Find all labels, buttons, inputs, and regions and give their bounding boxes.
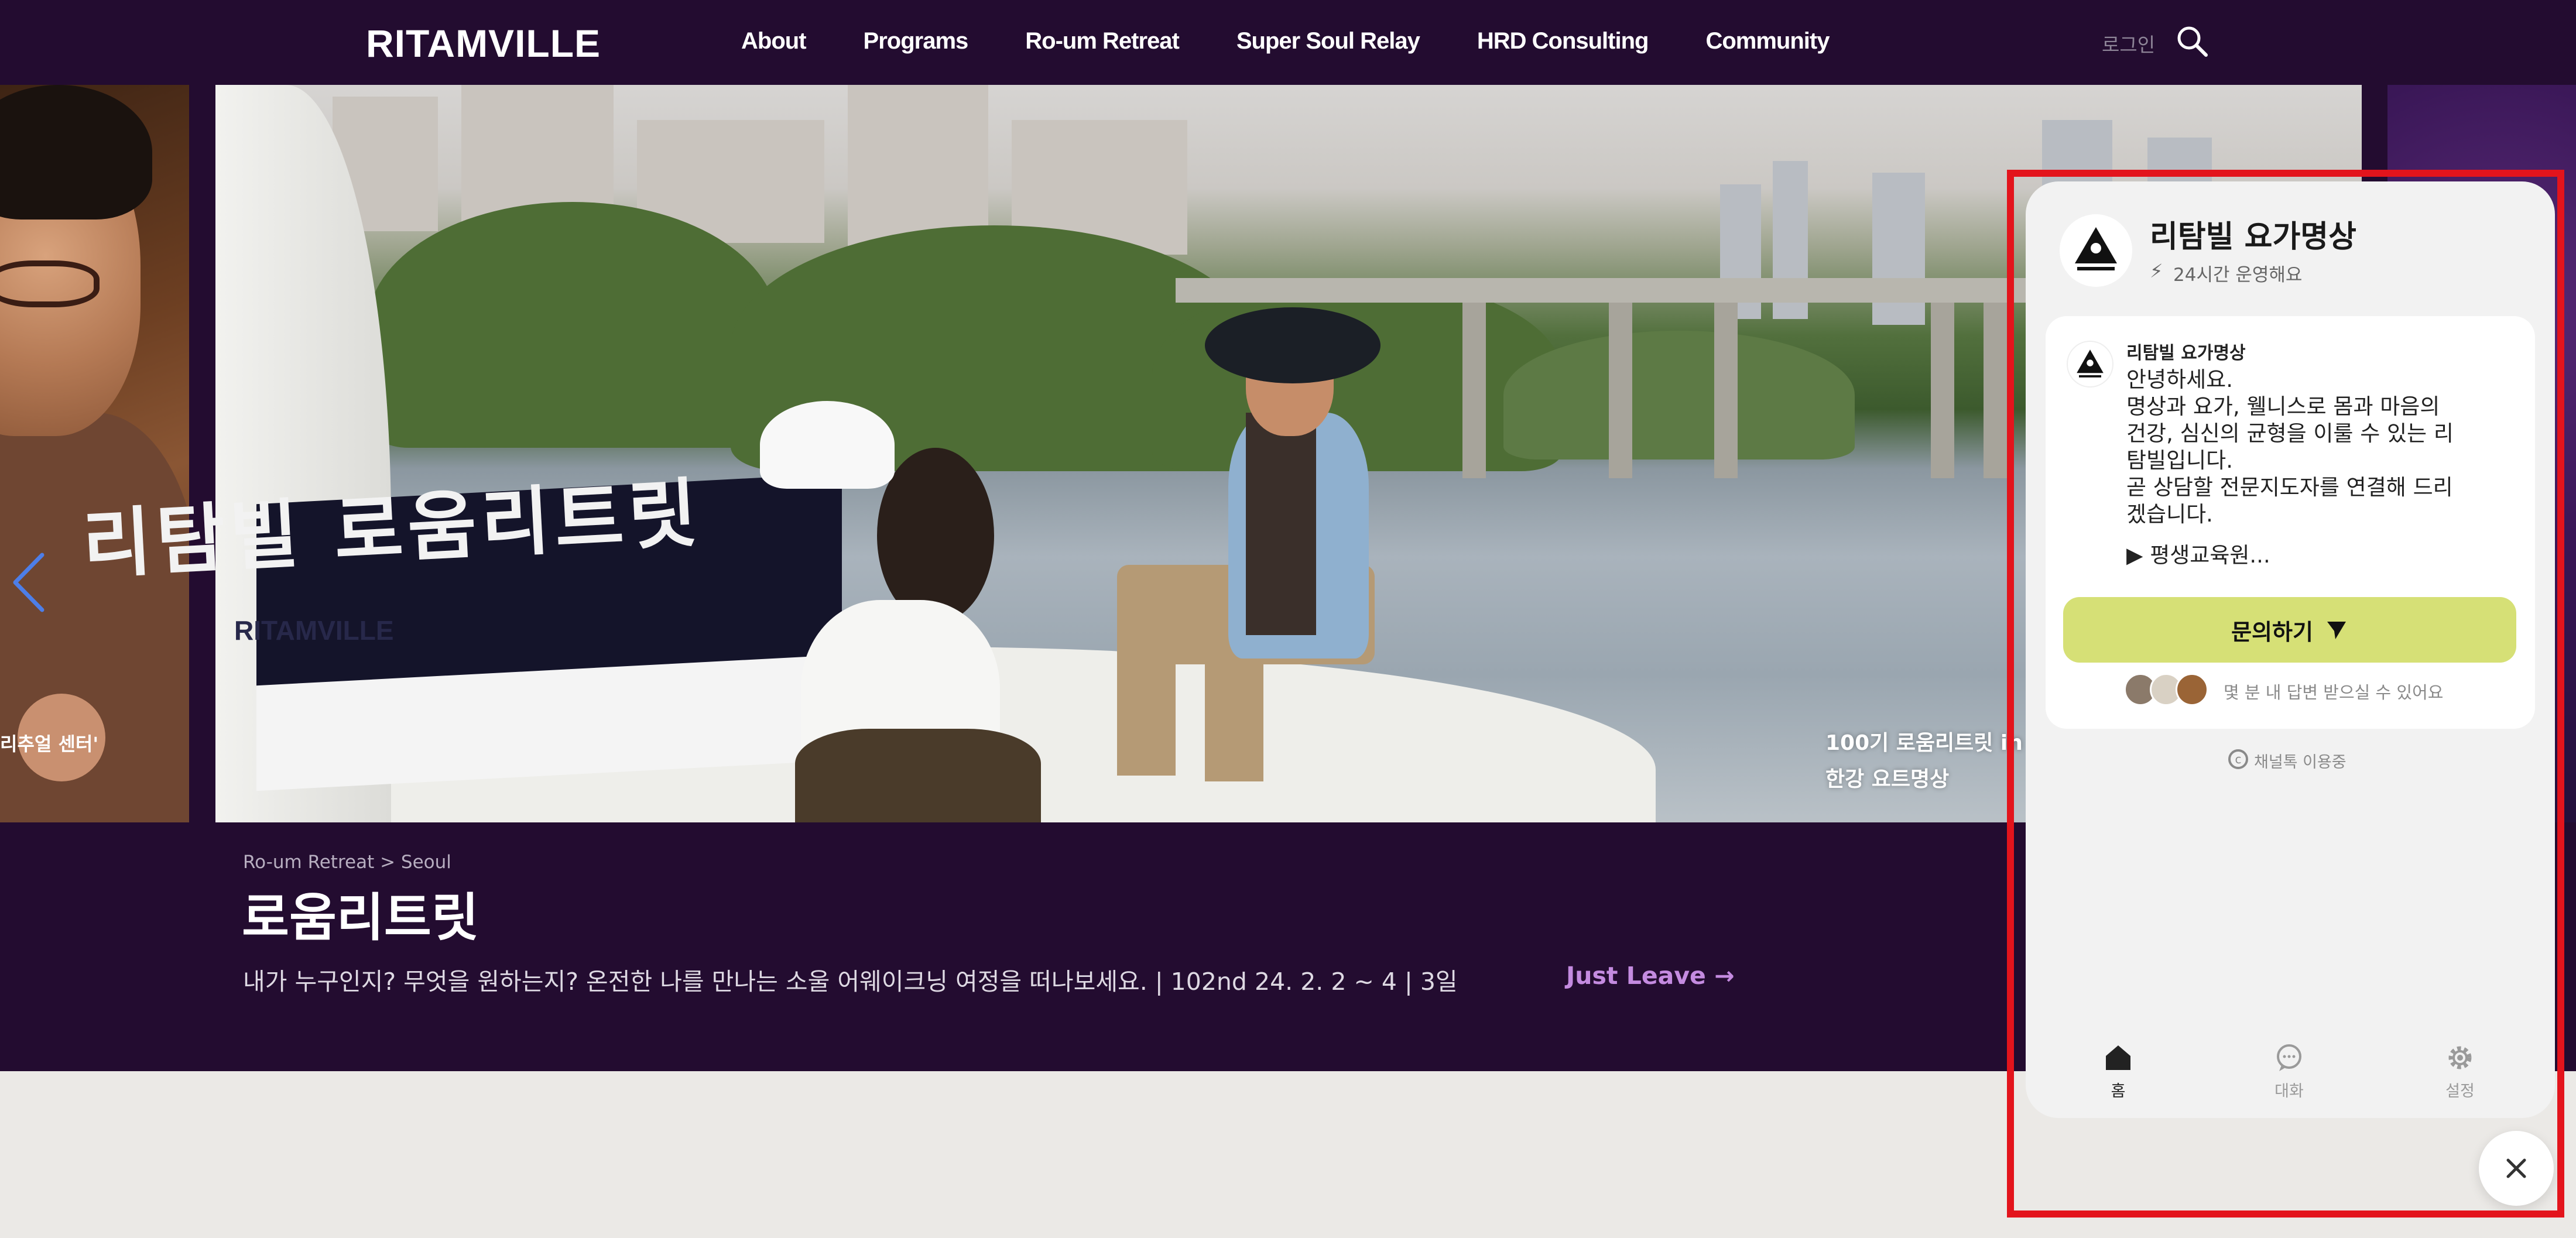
login-link[interactable]: 로그인 xyxy=(2102,29,2155,57)
slide-photo-hair xyxy=(0,85,152,220)
breadcrumb: Ro-um Retreat > Seoul xyxy=(243,852,451,873)
nav-item-community[interactable]: Community xyxy=(1705,28,1830,54)
photo-bridge-pillar xyxy=(1714,303,1738,478)
slide-previous-caption: 리추얼 센터' xyxy=(0,733,99,755)
photo-speaker-hat xyxy=(1205,307,1381,383)
slide-description: 내가 누구인지? 무엇을 원하는지? 온전한 나를 만나는 소울 어웨이크닝 여… xyxy=(243,968,1458,996)
nav-item-super-soul-relay[interactable]: Super Soul Relay xyxy=(1236,28,1420,54)
photo-banner-logo: RITAMVILLE xyxy=(234,615,394,646)
slide-photo-glasses xyxy=(0,260,100,307)
site-logo[interactable]: RITAMVILLE xyxy=(366,21,601,66)
photo-person-skirt xyxy=(795,729,1041,822)
photo-person-hair xyxy=(877,448,994,623)
highlight-frame xyxy=(2007,170,2564,1218)
nav-item-hrd-consulting[interactable]: HRD Consulting xyxy=(1477,28,1649,54)
nav-item-about[interactable]: About xyxy=(741,28,807,54)
photo-building xyxy=(848,85,988,249)
photo-speaker-vest xyxy=(1246,413,1316,635)
nav-item-ro-um-retreat[interactable]: Ro-um Retreat xyxy=(1025,28,1180,54)
photo-speaker-shin xyxy=(1117,600,1176,776)
chevron-left-icon[interactable] xyxy=(8,550,49,615)
nav-item-programs[interactable]: Programs xyxy=(864,28,969,54)
photo-bridge-pillar xyxy=(1984,303,2007,478)
main-nav: About Programs Ro-um Retreat Super Soul … xyxy=(741,28,1830,54)
just-leave-link[interactable]: Just Leave → xyxy=(1566,962,1734,990)
photo-bridge-pillar xyxy=(1931,303,1954,478)
slide-title: 로움리트릿 xyxy=(242,887,479,948)
photo-bridge-pillar xyxy=(1609,303,1632,478)
slide-previous[interactable] xyxy=(0,85,189,822)
photo-trees xyxy=(1503,331,1855,459)
slide-caption-line2: 한강 요트명상 xyxy=(1825,767,1950,791)
photo-person-hat xyxy=(760,401,895,489)
search-icon[interactable] xyxy=(2174,23,2210,59)
photo-bridge-pillar xyxy=(1462,303,1486,478)
photo-trees xyxy=(368,202,777,448)
